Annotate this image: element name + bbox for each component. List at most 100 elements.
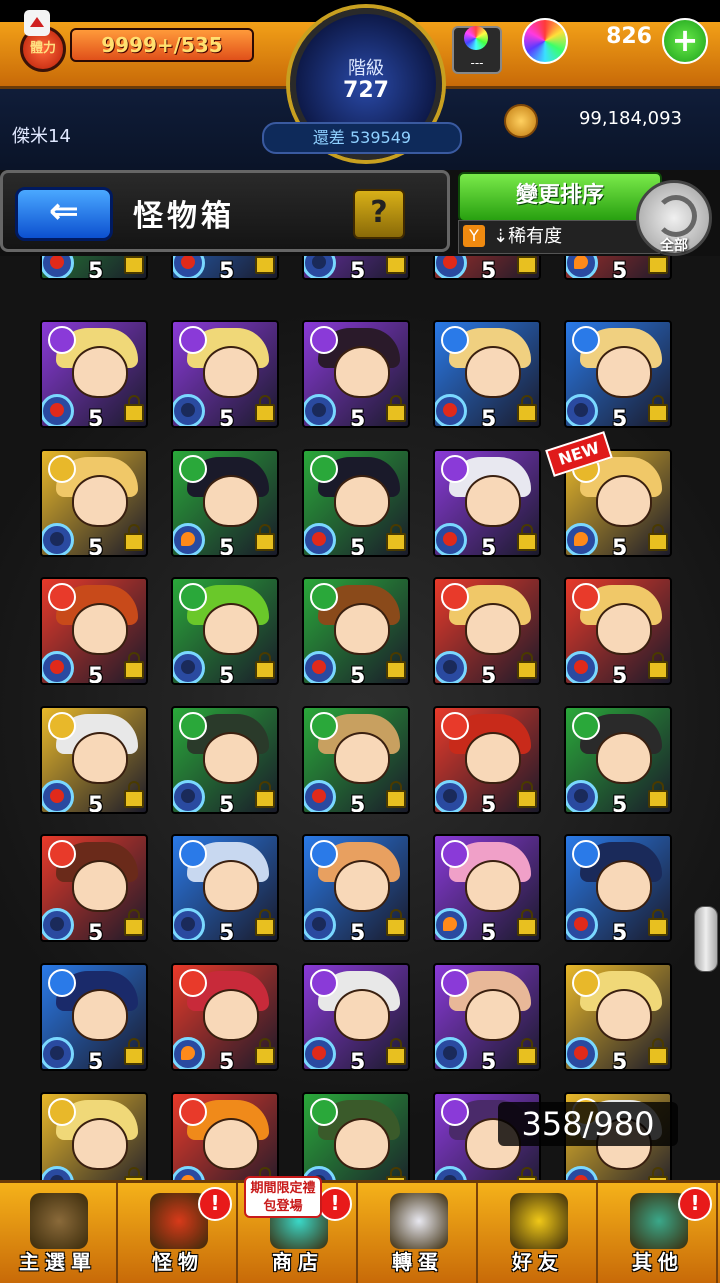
monster-card[interactable]: 5: [433, 834, 541, 942]
lock-icon: [255, 395, 275, 422]
sort-filter-bar[interactable]: Y ⇣稀有度: [458, 220, 660, 254]
monster-card[interactable]: 5: [564, 256, 672, 280]
monster-card[interactable]: 5: [171, 320, 279, 428]
fruit-icon: [304, 523, 336, 555]
lock-icon: [255, 652, 275, 679]
monster-card[interactable]: 5: [302, 320, 410, 428]
nav-item-label: 怪物: [152, 1250, 204, 1274]
orb-icon: [522, 18, 568, 64]
monster-card[interactable]: 5: [302, 706, 410, 814]
nav-item-5[interactable]: 其他!: [600, 1183, 718, 1283]
monster-card[interactable]: 5: [171, 577, 279, 685]
lock-icon: [255, 909, 275, 936]
monster-card[interactable]: 5: [40, 834, 148, 942]
monster-card[interactable]: 5: [171, 834, 279, 942]
nav-item-0[interactable]: 主選單: [0, 1183, 118, 1283]
box-count: 358/980: [498, 1102, 678, 1146]
add-orb-button[interactable]: +: [662, 18, 708, 64]
lock-icon: [648, 652, 668, 679]
monster-card[interactable]: 5: [564, 963, 672, 1071]
nav-item-1[interactable]: 怪物!: [120, 1183, 238, 1283]
monster-level: 5: [612, 793, 628, 814]
monster-card[interactable]: 5: [302, 256, 410, 280]
monster-level: 5: [88, 536, 104, 557]
monster-level: 5: [219, 1050, 235, 1071]
monster-level: 5: [481, 259, 497, 280]
lock-icon: [386, 781, 406, 808]
monster-card[interactable]: 5: [171, 1092, 279, 1180]
monster-level: 5: [612, 1050, 628, 1071]
rank-label: 階級: [348, 58, 384, 79]
lock-icon: [124, 909, 144, 936]
monster-card[interactable]: 5: [40, 256, 148, 280]
page-title: 怪物箱: [133, 199, 235, 234]
monster-level: 5: [219, 259, 235, 280]
monster-card[interactable]: 5: [433, 577, 541, 685]
monster-card[interactable]: 5: [433, 256, 541, 280]
monster-card[interactable]: 5: [433, 320, 541, 428]
monster-portrait: [596, 860, 652, 912]
filter-icon[interactable]: Y: [463, 225, 485, 247]
lock-icon: [255, 781, 275, 808]
limited-pack-promo[interactable]: 期間限定禮包登場: [244, 1176, 322, 1218]
change-sort-button[interactable]: 變更排序: [458, 172, 662, 222]
lock-icon: [517, 524, 537, 551]
scrollbar-handle[interactable]: [694, 906, 718, 972]
fruit-icon: [304, 256, 336, 278]
nav-item-label: 好友: [512, 1250, 564, 1274]
monster-level: 5: [350, 536, 366, 557]
lock-icon: [386, 395, 406, 422]
monster-level: 5: [350, 259, 366, 280]
monster-level: 5: [350, 793, 366, 814]
monster-level: 5: [350, 921, 366, 942]
monster-portrait: [72, 603, 128, 655]
monster-card[interactable]: 5: [302, 1092, 410, 1180]
monster-card[interactable]: 5: [302, 834, 410, 942]
fruit-icon: [42, 394, 74, 426]
monster-portrait: [465, 989, 521, 1041]
monster-card[interactable]: 5: [40, 963, 148, 1071]
alert-badge: !: [318, 1187, 352, 1221]
monster-card[interactable]: 5: [302, 577, 410, 685]
monster-card[interactable]: 5: [433, 963, 541, 1071]
fruit-icon: [435, 651, 467, 683]
monster-card[interactable]: 5: [171, 706, 279, 814]
monster-card[interactable]: 5: [564, 834, 672, 942]
monster-card[interactable]: 5: [302, 963, 410, 1071]
monster-card[interactable]: 5: [302, 449, 410, 557]
back-button[interactable]: ⇐: [15, 187, 113, 241]
monster-card[interactable]: 5: [433, 449, 541, 557]
monster-card[interactable]: 5: [433, 706, 541, 814]
water-element-icon: [441, 326, 469, 354]
lock-icon: [386, 909, 406, 936]
monster-card[interactable]: 5: [171, 963, 279, 1071]
monster-card[interactable]: 5: [40, 1092, 148, 1180]
monster-card[interactable]: 5: [564, 320, 672, 428]
monster-portrait: [334, 475, 390, 527]
all-toggle-button[interactable]: 全部: [636, 180, 712, 256]
monster-portrait: [72, 732, 128, 784]
monster-card[interactable]: 5: [564, 706, 672, 814]
orb-box-icon[interactable]: ---: [452, 26, 502, 74]
monster-portrait: [465, 732, 521, 784]
wood-element-icon: [310, 583, 338, 611]
orb-count: 826: [606, 24, 652, 49]
monster-card[interactable]: 5: [171, 256, 279, 280]
lock-icon: [517, 1038, 537, 1065]
fruit-icon: [173, 256, 205, 278]
monster-card[interactable]: 5: [171, 449, 279, 557]
lock-icon: [386, 524, 406, 551]
monster-card[interactable]: 5: [40, 320, 148, 428]
fruit-icon: [566, 651, 598, 683]
monster-card[interactable]: 5: [564, 577, 672, 685]
fruit-icon: [42, 908, 74, 940]
wood-element-icon: [310, 1098, 338, 1126]
water-element-icon: [572, 840, 600, 868]
help-button[interactable]: ?: [353, 189, 405, 239]
monster-card[interactable]: 5: [40, 577, 148, 685]
monster-card[interactable]: 5: [40, 706, 148, 814]
nav-item-4[interactable]: 好友: [480, 1183, 598, 1283]
nav-item-3[interactable]: 轉蛋: [360, 1183, 478, 1283]
monster-card[interactable]: 5: [40, 449, 148, 557]
water-element-icon: [48, 969, 76, 997]
